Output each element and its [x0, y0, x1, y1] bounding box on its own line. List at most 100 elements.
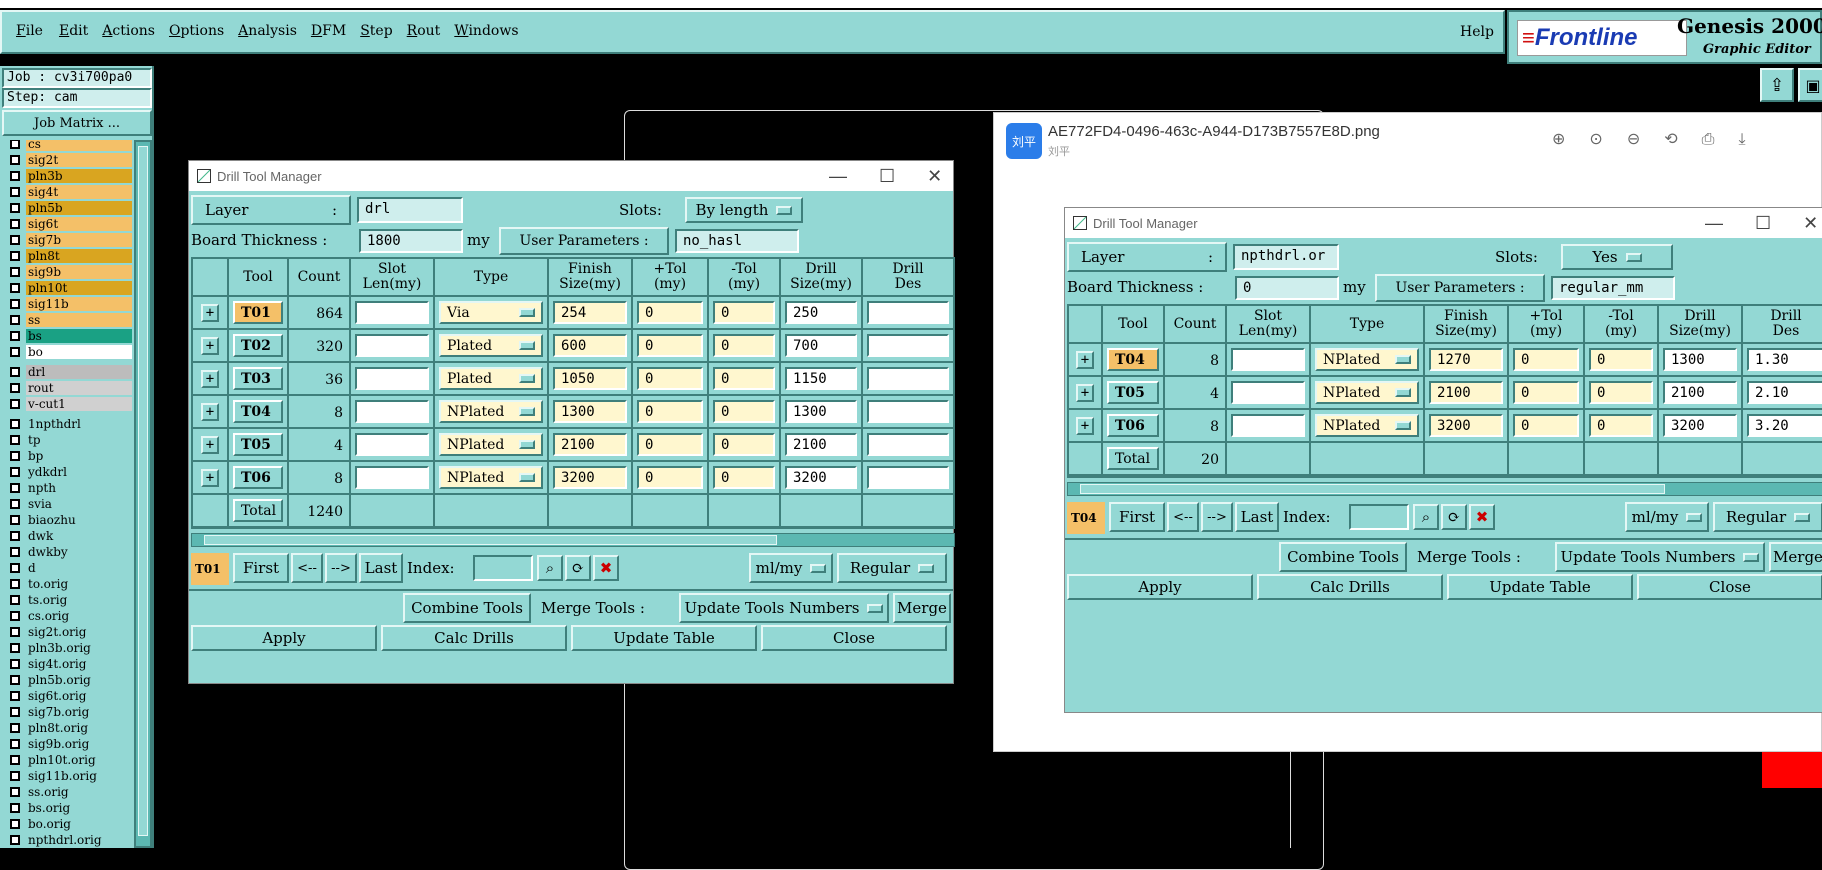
layer-item[interactable]: sig9b	[0, 264, 132, 279]
ptol-input[interactable]: 0	[637, 334, 703, 357]
layer-item[interactable]: sig2t	[0, 152, 132, 167]
ptol-input[interactable]: 0	[637, 400, 703, 423]
layer-item[interactable]: bo	[0, 344, 132, 359]
ptol-input[interactable]: 0	[1513, 348, 1579, 371]
finish-input[interactable]: 600	[553, 334, 627, 357]
layer-checkbox[interactable]	[10, 466, 20, 477]
menu-analysis[interactable]: Analysis	[238, 23, 297, 39]
drill-input[interactable]: 1150	[785, 367, 857, 390]
layer-checkbox[interactable]	[10, 642, 20, 653]
layer-item[interactable]: dwkby	[0, 544, 132, 559]
menu-edit[interactable]: Edit	[59, 23, 88, 39]
units-dropdown[interactable]: ml/my	[749, 553, 833, 583]
calc-drills-button[interactable]: Calc Drills	[381, 625, 567, 651]
layer-checkbox[interactable]	[10, 738, 20, 749]
layer-item[interactable]: sig11b.orig	[0, 768, 132, 783]
monitor-icon[interactable]: ▣	[1798, 68, 1822, 102]
user-parameters-button[interactable]: User Parameters :	[1375, 274, 1545, 302]
delete-icon[interactable]: ✖	[593, 555, 619, 581]
first-button[interactable]: First	[1109, 502, 1165, 532]
last-button[interactable]: Last	[1235, 502, 1279, 532]
layer-item[interactable]: sig7b.orig	[0, 704, 132, 719]
units-dropdown[interactable]: ml/my	[1625, 502, 1709, 532]
layer-checkbox[interactable]	[10, 594, 20, 605]
type-dropdown[interactable]: NPlated	[1315, 414, 1419, 437]
layer-item[interactable]: sig4t	[0, 184, 132, 199]
layer-checkbox[interactable]	[10, 298, 20, 309]
slot-input[interactable]	[355, 334, 429, 357]
layer-item[interactable]: bs	[0, 328, 132, 343]
first-button[interactable]: First	[233, 553, 289, 583]
next-button[interactable]: -->	[325, 553, 357, 583]
ntol-input[interactable]: 0	[1589, 414, 1653, 437]
type-dropdown[interactable]: Plated	[439, 367, 543, 390]
layer-item[interactable]: ts.orig	[0, 592, 132, 607]
expand-icon[interactable]: +	[201, 369, 219, 388]
user-parameters-field[interactable]: no_hasl	[675, 229, 799, 253]
calc-drills-button[interactable]: Calc Drills	[1257, 574, 1443, 600]
menu-step[interactable]: Step	[360, 23, 392, 39]
layer-checkbox[interactable]	[10, 170, 20, 181]
close-icon[interactable]: ✕	[1803, 213, 1818, 234]
user-parameters-field[interactable]: regular_mm	[1551, 276, 1675, 300]
drill-input[interactable]: 1300	[785, 400, 857, 423]
ntol-input[interactable]: 0	[1589, 348, 1653, 371]
user-parameters-button[interactable]: User Parameters :	[499, 227, 669, 255]
layer-checkbox[interactable]	[10, 722, 20, 733]
export-icon[interactable]: ⇪	[1760, 68, 1794, 102]
maximize-icon[interactable]: ☐	[1755, 213, 1771, 234]
layer-checkbox[interactable]	[10, 626, 20, 637]
drill-input[interactable]: 3200	[785, 466, 857, 489]
update-table-button[interactable]: Update Table	[1447, 574, 1633, 600]
layer-item[interactable]: rout	[0, 380, 132, 395]
download-icon[interactable]: ⤓	[1738, 129, 1745, 149]
tool-name-button[interactable]: T06	[1107, 414, 1159, 437]
layer-scrollbar[interactable]	[134, 140, 152, 848]
slot-input[interactable]	[1231, 348, 1305, 371]
layer-list[interactable]: cs sig2t pln3b sig4t pln5b sig6t sig7b pln8t sig…	[0, 140, 132, 848]
layer-checkbox[interactable]	[10, 366, 20, 377]
drill-input[interactable]: 700	[785, 334, 857, 357]
layer-item[interactable]: cs.orig	[0, 608, 132, 623]
expand-icon[interactable]: +	[1076, 383, 1094, 402]
layer-checkbox[interactable]	[10, 658, 20, 669]
des-input[interactable]	[867, 433, 949, 456]
zoom-out-icon[interactable]: ⊖	[1627, 129, 1640, 149]
menu-help[interactable]: Help	[1460, 24, 1494, 40]
menu-actions[interactable]: Actions	[102, 23, 155, 39]
minimize-icon[interactable]: —	[829, 166, 847, 187]
close-icon[interactable]: ✕	[927, 166, 942, 187]
prev-button[interactable]: <--	[291, 553, 323, 583]
layer-item[interactable]: bs.orig	[0, 800, 132, 815]
layer-checkbox[interactable]	[10, 610, 20, 621]
layer-item[interactable]: v-cut1	[0, 396, 132, 411]
menu-windows[interactable]: Windows	[454, 23, 518, 39]
layer-item[interactable]: ss	[0, 312, 132, 327]
type-dropdown[interactable]: Plated	[439, 334, 543, 357]
slots-dropdown[interactable]: By length	[685, 197, 803, 223]
layer-checkbox[interactable]	[10, 818, 20, 829]
ptol-input[interactable]: 0	[637, 433, 703, 456]
tool-name-button[interactable]: T05	[233, 433, 283, 456]
layer-checkbox[interactable]	[10, 690, 20, 701]
layer-checkbox[interactable]	[10, 674, 20, 685]
layer-item[interactable]: dwk	[0, 528, 132, 543]
tool-name-button[interactable]: T04	[233, 400, 283, 423]
layer-item[interactable]: npth	[0, 480, 132, 495]
layer-item[interactable]: ss.orig	[0, 784, 132, 799]
layer-item[interactable]: to.orig	[0, 576, 132, 591]
slot-input[interactable]	[355, 301, 429, 324]
finish-input[interactable]: 1270	[1429, 348, 1503, 371]
layer-checkbox[interactable]	[10, 754, 20, 765]
ptol-input[interactable]: 0	[637, 301, 703, 324]
minimize-icon[interactable]: —	[1705, 213, 1723, 234]
layer-checkbox[interactable]	[10, 234, 20, 245]
tool-name-button[interactable]: T04	[1107, 348, 1159, 371]
layer-item[interactable]: ydkdrl	[0, 464, 132, 479]
last-button[interactable]: Last	[359, 553, 403, 583]
finish-input[interactable]: 254	[553, 301, 627, 324]
des-input[interactable]	[867, 367, 949, 390]
layer-item[interactable]: drl	[0, 364, 132, 379]
tool-name-button[interactable]: T06	[233, 466, 283, 489]
layer-item[interactable]: sig11b	[0, 296, 132, 311]
